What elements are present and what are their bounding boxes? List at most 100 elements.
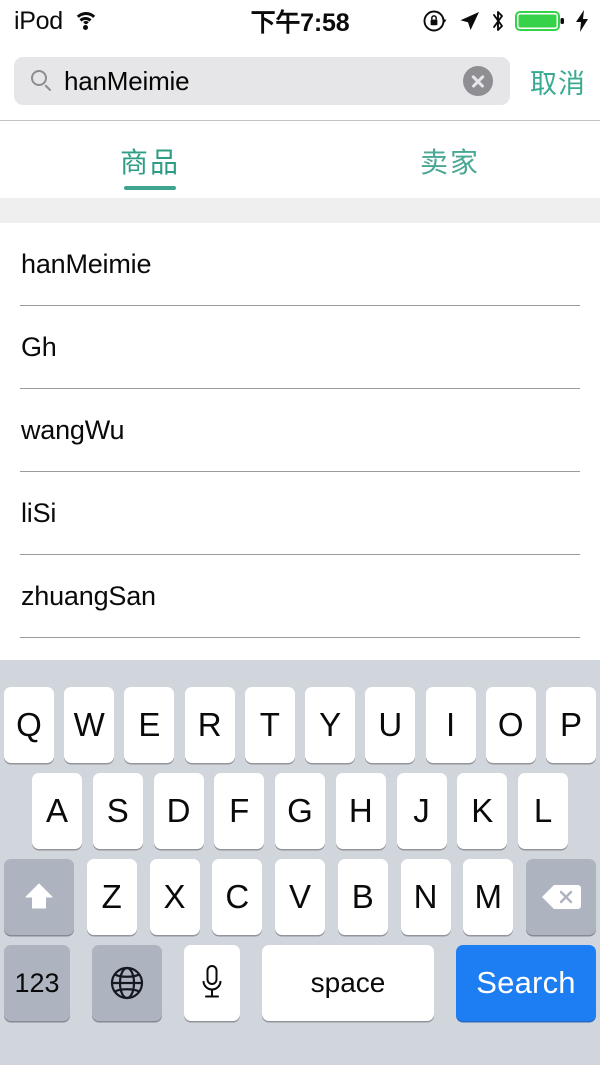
key-label: F	[229, 792, 250, 829]
key-e[interactable]: E	[124, 687, 175, 763]
key-label: Y	[319, 706, 342, 743]
key-label: O	[497, 706, 524, 743]
search-bar: hanMeimie 取消	[0, 42, 600, 121]
location-arrow-icon	[460, 12, 479, 30]
key-o[interactable]: O	[485, 687, 536, 763]
rotation-lock-icon	[423, 10, 447, 32]
key-label: N	[413, 878, 438, 915]
key-m[interactable]: M	[463, 859, 514, 935]
key-label: Q	[16, 706, 42, 743]
numeric-key[interactable]: 123	[4, 945, 70, 1021]
key-a[interactable]: A	[32, 773, 82, 849]
key-f[interactable]: F	[214, 773, 265, 849]
key-label: L	[533, 792, 553, 829]
list-item[interactable]: Gh	[0, 306, 600, 389]
keyboard: Q W E R T Y U I O P A S D F G H J K L Z …	[0, 660, 600, 1065]
key-label: A	[45, 792, 68, 829]
keyboard-row-3: Z X C V B N M	[0, 859, 600, 935]
charging-bolt-icon	[576, 10, 588, 32]
globe-icon	[110, 966, 144, 1000]
list-item[interactable]: wangWu	[0, 389, 600, 472]
key-c[interactable]: C	[212, 859, 263, 935]
status-bar: iPod 下午7:58	[0, 0, 600, 42]
clear-icon[interactable]	[463, 66, 493, 96]
list-item-label: wangWu	[21, 415, 125, 445]
key-w[interactable]: W	[64, 687, 115, 763]
key-b[interactable]: B	[337, 859, 388, 935]
key-k[interactable]: K	[457, 773, 508, 849]
search-input-value: hanMeimie	[64, 65, 190, 96]
list-item[interactable]: liSi	[0, 472, 600, 555]
shift-key[interactable]	[4, 859, 74, 935]
list-item-label: zhuangSan	[21, 581, 156, 611]
key-label: M	[474, 878, 503, 915]
key-j[interactable]: J	[396, 773, 447, 849]
key-label: R	[197, 706, 222, 743]
microphone-icon	[202, 965, 222, 998]
section-separator	[0, 198, 600, 223]
backspace-icon	[542, 885, 581, 909]
tab-active-underline	[124, 186, 176, 190]
key-x[interactable]: X	[149, 859, 200, 935]
key-label: U	[378, 706, 403, 743]
key-q[interactable]: Q	[4, 687, 54, 763]
tab-products-label: 商品	[119, 147, 180, 178]
tab-sellers-label: 卖家	[419, 147, 480, 178]
key-p[interactable]: P	[545, 687, 596, 763]
status-bar-right	[422, 0, 590, 42]
key-label: Z	[101, 878, 122, 915]
bluetooth-icon	[493, 11, 503, 31]
key-g[interactable]: G	[275, 773, 325, 849]
key-label: P	[559, 706, 582, 743]
key-n[interactable]: N	[400, 859, 451, 935]
key-label: G	[287, 792, 313, 829]
list-item-label: hanMeimie	[21, 249, 152, 279]
key-label: S	[106, 792, 129, 829]
keyboard-row-4: 123 space Search	[0, 945, 600, 1021]
list-item[interactable]: hanMeimie	[0, 223, 600, 306]
key-d[interactable]: D	[153, 773, 204, 849]
dictation-key[interactable]	[184, 945, 240, 1021]
key-label: D	[166, 792, 191, 829]
key-v[interactable]: V	[275, 859, 325, 935]
key-label: I	[445, 706, 456, 743]
key-label: space	[310, 967, 386, 998]
space-key[interactable]: space	[262, 945, 434, 1021]
shift-icon	[25, 883, 53, 909]
backspace-key[interactable]	[526, 859, 596, 935]
key-z[interactable]: Z	[86, 859, 137, 935]
key-label: B	[351, 878, 374, 915]
app-root: iPod 下午7:58 hanMeimie 取消 商品 卖家 hanMeimie…	[0, 0, 600, 1065]
key-label: K	[471, 792, 494, 829]
search-input[interactable]: hanMeimie	[14, 57, 510, 105]
cancel-button[interactable]: 取消	[530, 57, 586, 105]
tab-products[interactable]: 商品	[0, 121, 300, 198]
globe-key[interactable]	[92, 945, 162, 1021]
key-u[interactable]: U	[365, 687, 416, 763]
search-icon	[31, 70, 53, 92]
key-l[interactable]: L	[518, 773, 568, 849]
key-label: Search	[476, 965, 576, 1000]
key-y[interactable]: Y	[305, 687, 356, 763]
key-i[interactable]: I	[425, 687, 476, 763]
key-label: E	[138, 706, 161, 743]
key-label: X	[163, 878, 186, 915]
key-label: 123	[14, 967, 60, 998]
tab-sellers[interactable]: 卖家	[300, 121, 600, 198]
list-item-label: liSi	[21, 498, 57, 528]
key-label: W	[73, 706, 105, 743]
tab-bar: 商品 卖家	[0, 121, 600, 198]
key-s[interactable]: S	[92, 773, 143, 849]
suggestion-list[interactable]: hanMeimie Gh wangWu liSi zhuangSan	[0, 223, 600, 660]
list-item-label: Gh	[21, 332, 57, 362]
clock-label: 下午7:58	[250, 9, 350, 37]
list-item-separator	[20, 636, 580, 638]
search-key[interactable]: Search	[456, 945, 596, 1021]
keyboard-row-1: Q W E R T Y U I O P	[0, 687, 600, 763]
battery-full-icon	[515, 11, 564, 31]
key-h[interactable]: H	[335, 773, 386, 849]
key-label: C	[225, 878, 250, 915]
key-r[interactable]: R	[184, 687, 235, 763]
key-t[interactable]: T	[244, 687, 295, 763]
list-item[interactable]: zhuangSan	[0, 555, 600, 638]
